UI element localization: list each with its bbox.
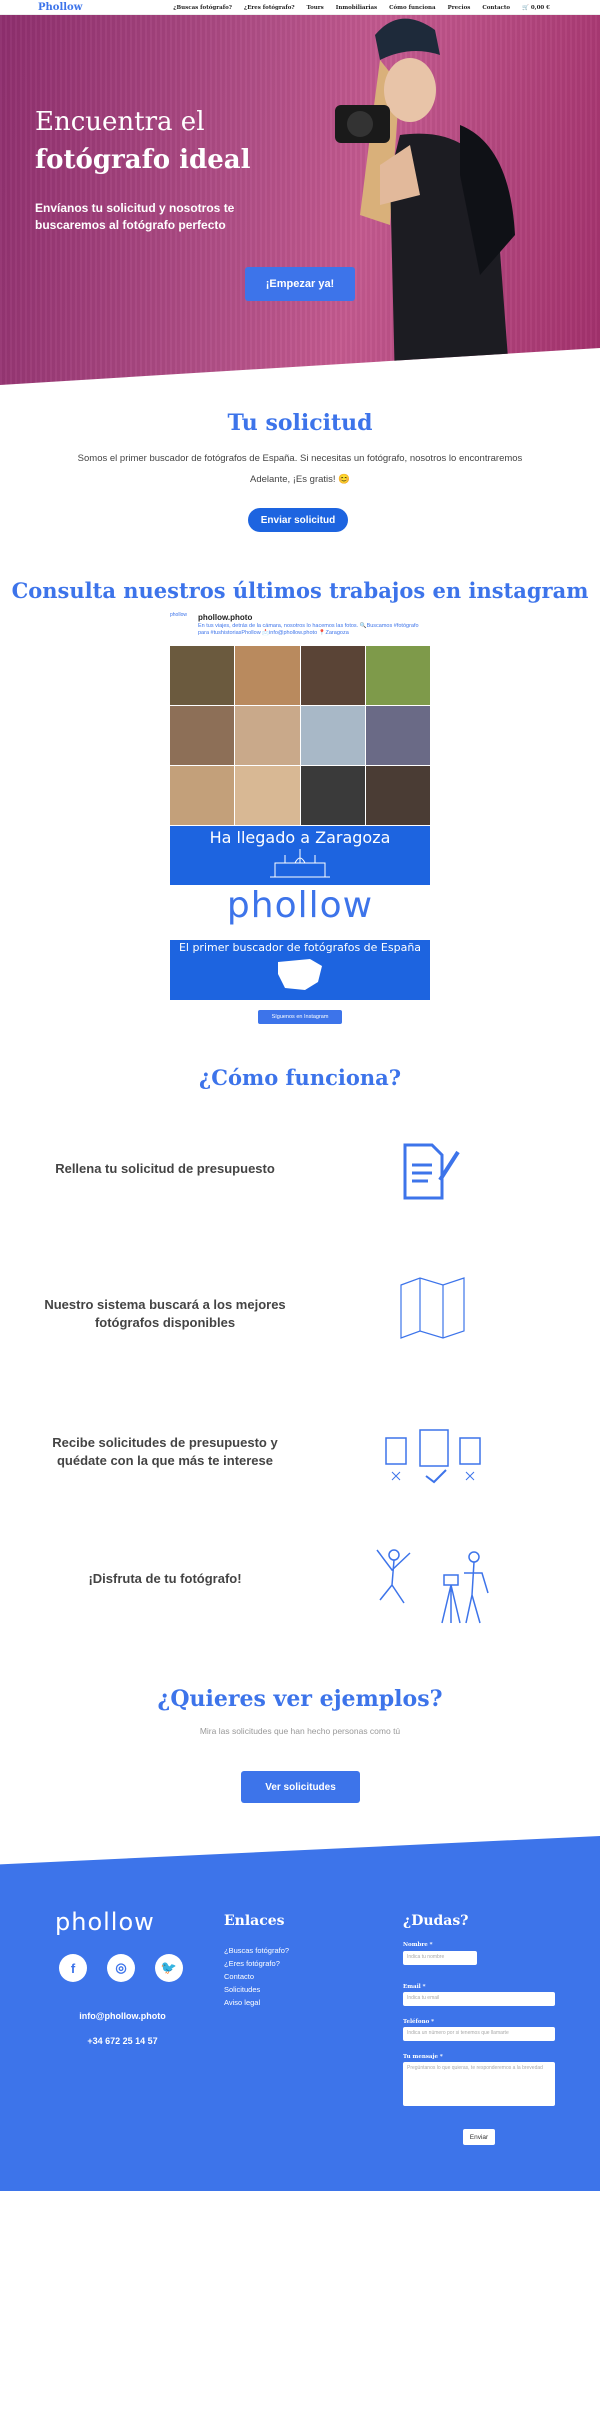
send-request-button[interactable]: Enviar solicitud — [248, 508, 348, 532]
instagram-post-tile[interactable] — [365, 646, 430, 705]
instagram-post-tile[interactable] — [300, 766, 365, 825]
footer: phollow f ◎ 🐦 info@phollow.photo +34 672… — [0, 1836, 600, 2191]
twitter-icon[interactable]: 🐦 — [155, 1954, 183, 1982]
follow-instagram-button[interactable]: Síguenos en Instagram — [258, 1010, 342, 1024]
budget-documents-icon — [385, 1429, 481, 1484]
email-field[interactable]: Indica tu email — [403, 1992, 555, 2006]
instagram-widget: phollow phollow.photo En tus viajes, det… — [170, 612, 430, 1024]
nav-tours[interactable]: Tours — [307, 5, 324, 11]
step-3-text: Recibe solicitudes de presupuesto y quéd… — [52, 1435, 278, 1468]
instagram-post-tile[interactable] — [235, 766, 300, 825]
start-now-button[interactable]: ¡Empezar ya! — [245, 267, 355, 301]
instagram-post-tile[interactable] — [365, 766, 430, 825]
nav-eres-fotografo[interactable]: ¿Eres fotógrafo? — [244, 5, 295, 11]
site-logo[interactable]: Phollow — [38, 2, 82, 13]
nav-buscas-fotografo[interactable]: ¿Buscas fotógrafo? — [173, 5, 232, 11]
email-label: Email * — [403, 1984, 426, 1990]
footer-link-eres[interactable]: ¿Eres fotógrafo? — [224, 1959, 280, 1968]
step-1-text: Rellena tu solicitud de presupuesto — [55, 1161, 275, 1176]
see-requests-button[interactable]: Ver solicitudes — [241, 1771, 360, 1803]
instagram-title: Consulta nuestros últimos trabajos en in… — [11, 578, 589, 603]
instagram-post-tile[interactable] — [235, 646, 300, 705]
instagram-username[interactable]: phollow.photo — [198, 613, 252, 622]
footer-link-solicitudes[interactable]: Solicitudes — [224, 1985, 260, 1994]
enjoy-photographer-icon — [376, 1549, 489, 1624]
footer-link-aviso-legal[interactable]: Aviso legal — [224, 1998, 260, 2007]
instagram-avatar[interactable]: phollow — [170, 612, 194, 636]
form-document-icon — [403, 1143, 460, 1200]
instagram-post-tile[interactable] — [170, 646, 235, 705]
dudas-title: ¿Dudas? — [403, 1913, 469, 1929]
footer-phone[interactable]: +34 672 25 14 57 — [40, 2036, 205, 2046]
hero-subtitle: Envíanos tu solicitud y nosotros te busc… — [35, 201, 235, 232]
nav-links: ¿Buscas fotógrafo? ¿Eres fotógrafo? Tour… — [173, 0, 550, 15]
top-navbar: Phollow ¿Buscas fotógrafo? ¿Eres fotógra… — [0, 0, 600, 15]
footer-link-contacto[interactable]: Contacto — [224, 1972, 254, 1981]
instagram-profile: phollow phollow.photo En tus viajes, det… — [170, 612, 430, 646]
zaragoza-basilica-icon — [270, 849, 330, 878]
nav-como-funciona[interactable]: Cómo funciona — [389, 5, 435, 11]
instagram-post-zaragoza[interactable]: Ha llegado a Zaragoza — [170, 826, 430, 885]
hero-photographer-image — [335, 18, 515, 385]
name-label: Nombre * — [403, 1942, 433, 1948]
step-2-text: Nuestro sistema buscará a los mejores fo… — [44, 1297, 286, 1330]
instagram-post-logo[interactable]: phollow — [170, 885, 430, 940]
ejemplos-title: ¿Quieres ver ejemplos? — [157, 1686, 443, 1712]
links-title: Enlaces — [224, 1913, 285, 1929]
instagram-post-tile[interactable] — [170, 766, 235, 825]
instagram-bio: En tus viajes, detrás de la cámara, noso… — [198, 623, 419, 636]
nav-contacto[interactable]: Contacto — [482, 5, 510, 11]
instagram-post-tile[interactable] — [300, 646, 365, 705]
instagram-post-tile[interactable] — [170, 706, 235, 765]
nav-precios[interactable]: Precios — [448, 5, 471, 11]
como-funciona-title: ¿Cómo funciona? — [198, 1065, 402, 1090]
send-button[interactable]: Enviar — [463, 2129, 495, 2145]
message-label: Tu mensaje * — [403, 2054, 443, 2060]
solicitud-text: Somos el primer buscador de fotógrafos d… — [77, 453, 523, 464]
instagram-icon[interactable]: ◎ — [107, 1954, 135, 1982]
nav-cart[interactable]: 🛒 0,00 € — [522, 5, 550, 11]
nav-inmobiliarias[interactable]: Inmobiliarias — [336, 5, 377, 11]
phone-label: Teléfono * — [403, 2019, 435, 2025]
name-field[interactable]: Indica tu nombre — [403, 1951, 477, 1965]
hero-section: Encuentra el fotógrafo ideal Envíanos tu … — [0, 15, 600, 385]
step-4-text: ¡Disfruta de tu fotógrafo! — [88, 1571, 242, 1586]
instagram-post-tile[interactable] — [300, 706, 365, 765]
instagram-post-tile[interactable] — [365, 706, 430, 765]
phollow-wordmark: phollow — [226, 885, 374, 926]
solicitud-free-text: Adelante, ¡Es gratis! 😊 — [249, 474, 350, 485]
message-textarea[interactable]: Pregúntanos lo que quieras, te responder… — [403, 2062, 555, 2106]
hero-title: Encuentra el fotógrafo ideal — [35, 107, 251, 175]
phone-field[interactable]: Indica un número por si tenemos que llam… — [403, 2027, 555, 2041]
ejemplos-text: Mira las solicitudes que han hecho perso… — [199, 1726, 401, 1736]
footer-logo: phollow — [55, 1908, 155, 1936]
instagram-photo-grid — [170, 646, 430, 825]
spain-map-icon — [278, 959, 322, 990]
facebook-icon[interactable]: f — [59, 1954, 87, 1982]
instagram-post-spain[interactable]: El primer buscador de fotógrafos de Espa… — [170, 940, 430, 1000]
map-icon — [400, 1277, 465, 1339]
footer-email[interactable]: info@phollow.photo — [40, 2011, 205, 2021]
instagram-post-tile[interactable] — [235, 706, 300, 765]
solicitud-title: Tu solicitud — [227, 410, 373, 436]
footer-link-buscas[interactable]: ¿Buscas fotógrafo? — [224, 1946, 289, 1955]
